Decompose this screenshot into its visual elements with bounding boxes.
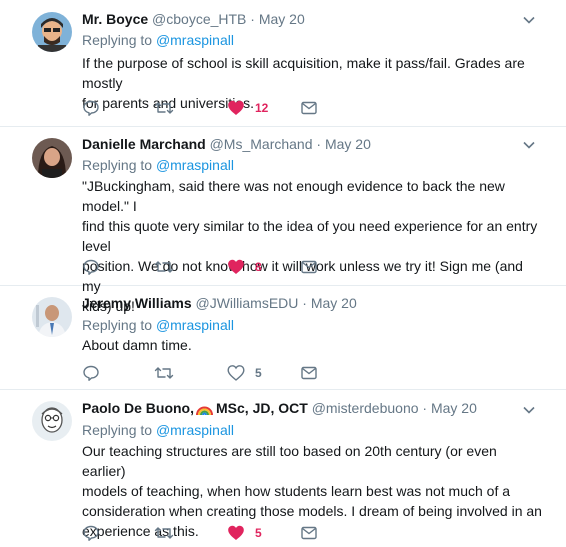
tweet-text-line: About damn time. (82, 337, 192, 353)
heart-icon (228, 525, 244, 540)
tweet-text: About damn time. (82, 335, 542, 355)
tweet-date[interactable]: May 20 (311, 295, 357, 311)
like-count: 5 (255, 366, 262, 380)
direct-message-icon (301, 526, 317, 540)
like-button[interactable]: 12 (227, 98, 268, 118)
direct-message-button[interactable] (300, 257, 318, 277)
retweet-button[interactable] (154, 257, 174, 277)
retweet-icon (154, 102, 174, 114)
tweet-item[interactable]: Danielle Marchand @Ms_Marchand · May 20 … (0, 127, 566, 314)
replying-to-handle[interactable]: @mraspinall (156, 422, 234, 438)
separator: · (422, 400, 428, 416)
like-count: 8 (255, 260, 262, 274)
direct-message-button[interactable] (300, 98, 318, 118)
replying-to-handle[interactable]: @mraspinall (156, 317, 234, 333)
heart-icon (228, 259, 244, 274)
replying-to-label: Replying to (82, 422, 153, 438)
tweet-actions: 12 (82, 98, 382, 118)
retweet-button[interactable] (154, 523, 174, 543)
reply-button[interactable] (82, 363, 100, 383)
tweet-item[interactable]: Jeremy Williams @JWilliamsEDU · May 20 R… (0, 286, 566, 390)
direct-message-icon (301, 260, 317, 274)
separator: · (250, 11, 255, 27)
replying-to: Replying to @mraspinall (82, 31, 234, 49)
replying-to-label: Replying to (82, 317, 153, 333)
author-name[interactable]: Jeremy Williams (82, 295, 192, 311)
direct-message-button[interactable] (300, 523, 318, 543)
tweet-date[interactable]: May 20 (325, 136, 371, 152)
tweet-actions: 8 (82, 257, 382, 277)
chevron-down-icon[interactable] (522, 138, 536, 152)
reply-button[interactable] (82, 98, 100, 118)
tweet-date[interactable]: May 20 (259, 11, 305, 27)
tweet-text-line: consideration when creating those models… (82, 503, 542, 519)
avatar[interactable] (32, 401, 72, 441)
tweet-text-line: models of teaching, when how students le… (82, 483, 511, 499)
author-handle[interactable]: @cboyce_HTB (152, 11, 246, 27)
author-handle[interactable]: @misterdebuono (312, 400, 419, 416)
tweet-text-line: If the purpose of school is skill acquis… (82, 55, 525, 91)
separator: · (316, 136, 322, 152)
author-handle[interactable]: @JWilliamsEDU (196, 295, 299, 311)
retweet-icon (154, 527, 174, 539)
replying-to: Replying to @mraspinall (82, 316, 234, 334)
author-name[interactable]: Paolo De Buono, (82, 400, 194, 416)
like-button[interactable]: 8 (227, 257, 262, 277)
replying-to-handle[interactable]: @mraspinall (156, 32, 234, 48)
like-button[interactable]: 5 (227, 523, 262, 543)
heart-icon (228, 100, 244, 115)
tweet-text-line: Our teaching structures are still too ba… (82, 443, 497, 479)
avatar[interactable] (32, 297, 72, 337)
replying-to-label: Replying to (82, 32, 153, 48)
avatar[interactable] (32, 138, 72, 178)
author-name[interactable]: Danielle Marchand (82, 136, 206, 152)
tweet-item[interactable]: Paolo De Buono, MSc, JD, OCT @misterdebuo… (0, 390, 566, 547)
retweet-button[interactable] (154, 98, 174, 118)
tweet-actions: 5 (82, 363, 382, 383)
heart-icon (227, 365, 245, 381)
reply-icon (83, 525, 99, 541)
chevron-down-icon[interactable] (522, 403, 536, 417)
separator: · (302, 295, 307, 311)
replying-to: Replying to @mraspinall (82, 156, 234, 174)
reply-icon (83, 259, 99, 275)
direct-message-icon (301, 101, 317, 115)
replying-to: Replying to @mraspinall (82, 421, 234, 439)
direct-message-button[interactable] (300, 363, 318, 383)
chevron-down-icon[interactable] (522, 13, 536, 27)
author-name[interactable]: Mr. Boyce (82, 11, 148, 27)
tweet-text-line: find this quote very similar to the idea… (82, 218, 538, 254)
tweet-actions: 5 (82, 523, 382, 543)
tweet-item[interactable]: Mr. Boyce @cboyce_HTB · May 20 Replying … (0, 0, 566, 127)
reply-icon (83, 365, 99, 381)
replying-to-handle[interactable]: @mraspinall (156, 157, 234, 173)
reply-icon (83, 100, 99, 116)
author-credentials[interactable]: MSc, JD, OCT (216, 400, 308, 416)
retweet-icon (154, 367, 174, 379)
rainbow-icon (196, 406, 213, 416)
retweet-icon (154, 261, 174, 273)
like-count: 5 (255, 526, 262, 540)
like-count: 12 (255, 101, 269, 115)
reply-button[interactable] (82, 523, 100, 543)
reply-button[interactable] (82, 257, 100, 277)
direct-message-icon (301, 366, 317, 380)
replying-to-label: Replying to (82, 157, 153, 173)
retweet-button[interactable] (154, 363, 174, 383)
tweet-date[interactable]: May 20 (431, 400, 477, 416)
author-handle[interactable]: @Ms_Marchand (210, 136, 313, 152)
tweet-text-line: "JBuckingham, said there was not enough … (82, 178, 505, 214)
avatar[interactable] (32, 12, 72, 52)
like-button[interactable]: 5 (227, 363, 262, 383)
